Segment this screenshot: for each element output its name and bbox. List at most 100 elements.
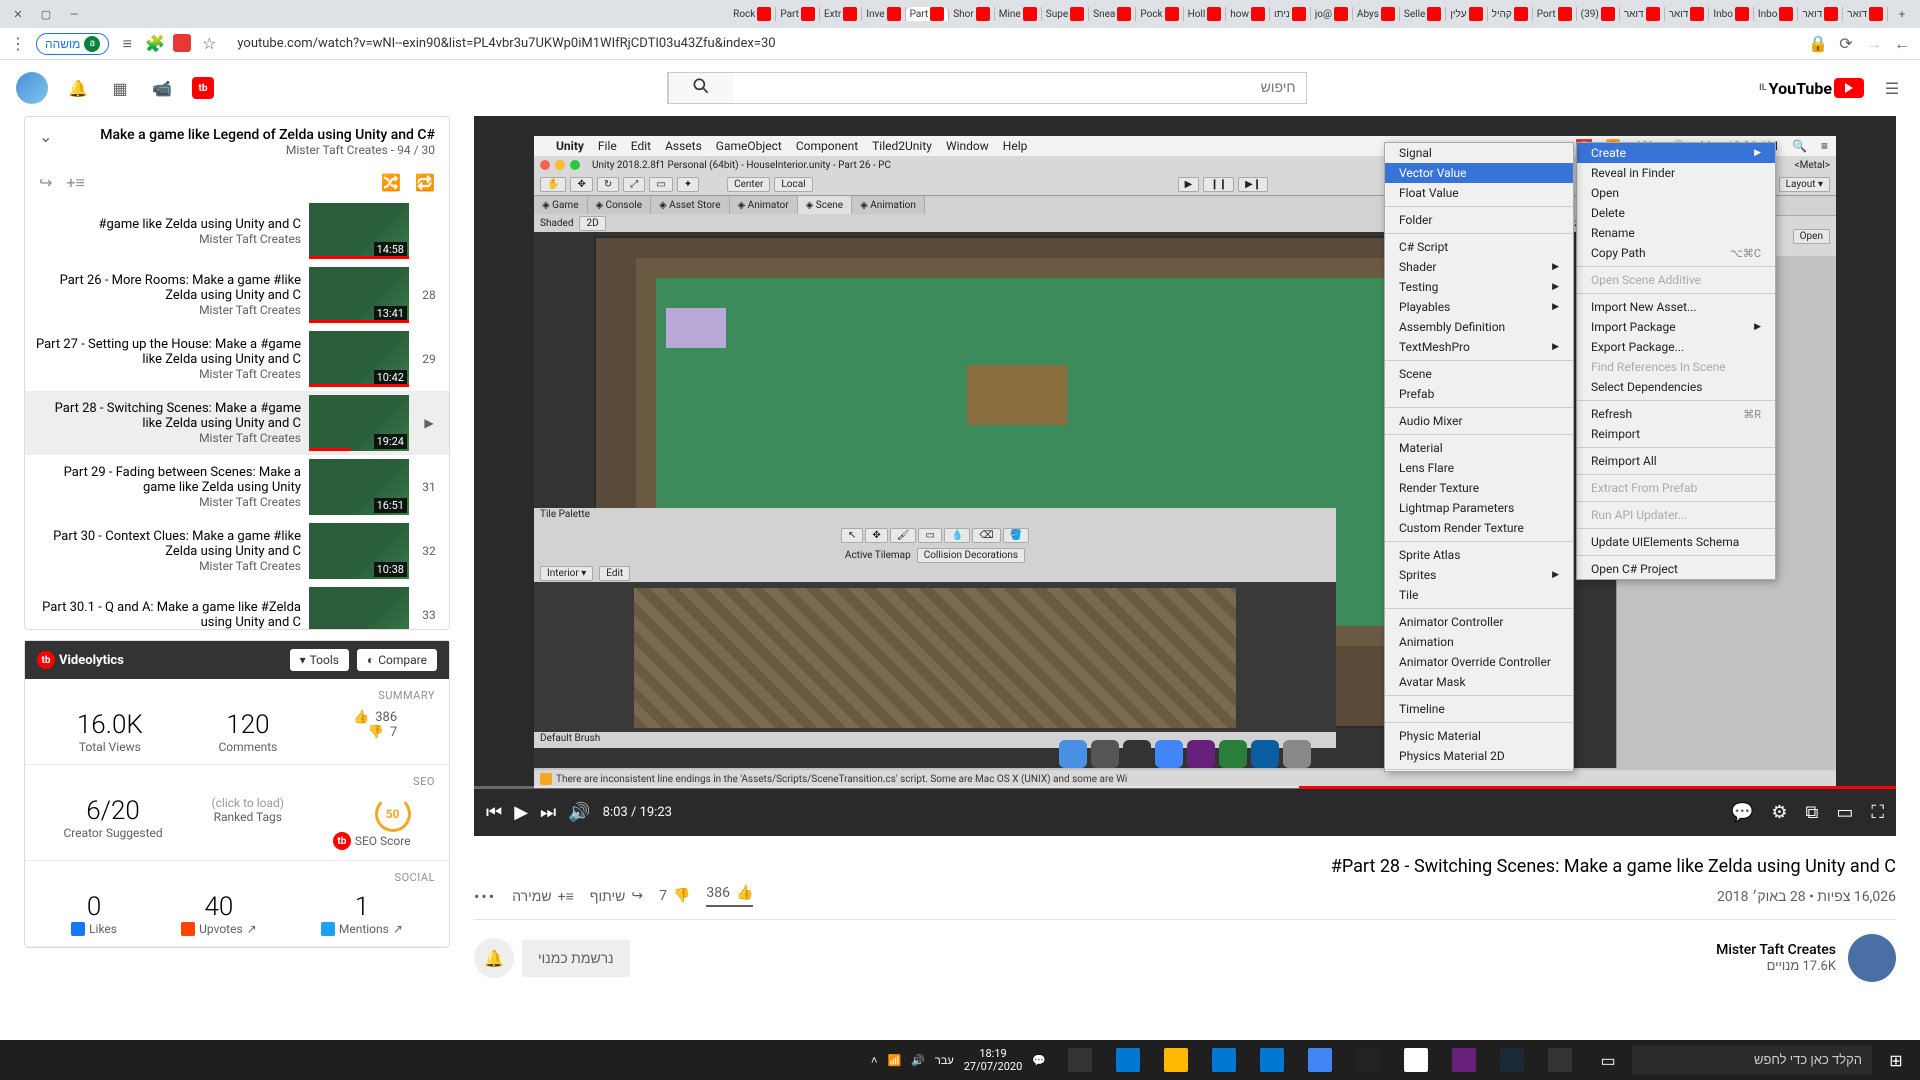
taskbar-app[interactable] — [1440, 1040, 1488, 1080]
subtitles-icon[interactable]: 💬 — [1731, 802, 1753, 823]
tray-network-icon[interactable]: 📶 — [887, 1054, 901, 1067]
youtube-logo[interactable]: YouTube IL — [1759, 78, 1864, 98]
url-field[interactable]: youtube.com/watch?v=wNI--exin90&list=PL4… — [227, 36, 1800, 51]
browser-tab[interactable]: Part — [906, 7, 950, 21]
miniplayer-icon[interactable]: ⧉ — [1806, 802, 1819, 823]
shuffle-icon[interactable]: 🔀 — [381, 173, 401, 193]
taskbar-app[interactable] — [1200, 1040, 1248, 1080]
playlist-item[interactable]: 3210:38Part 30 - Context Clues: Make a g… — [25, 519, 449, 583]
extension-icon[interactable] — [173, 34, 191, 52]
playlist-item[interactable]: 2910:42Part 27 - Setting up the House: M… — [25, 327, 449, 391]
collapse-playlist-icon[interactable]: ⌄ — [39, 127, 52, 146]
lock-icon[interactable]: 🔒 — [1808, 34, 1828, 54]
taskbar-app[interactable] — [1344, 1040, 1392, 1080]
reload-icon[interactable]: ⟳ — [1836, 34, 1856, 54]
playlist-items[interactable]: 14:58#game like Zelda using Unity and CM… — [25, 199, 449, 629]
tray-notification-icon[interactable]: 💬 — [1032, 1054, 1046, 1067]
browser-tab[interactable]: Rock — [729, 7, 776, 21]
notification-bell-icon[interactable]: 🔔 — [474, 938, 514, 978]
settings-gear-icon[interactable]: ⚙ — [1771, 802, 1787, 823]
browser-tab[interactable]: @jo — [1311, 7, 1353, 21]
next-icon[interactable]: ⏭ — [540, 802, 556, 823]
save-button[interactable]: ≡+ שמירה — [512, 888, 574, 905]
search-input[interactable] — [733, 73, 1306, 103]
taskbar-app[interactable] — [1104, 1040, 1152, 1080]
taskbar-app[interactable] — [1056, 1040, 1104, 1080]
channel-name[interactable]: Mister Taft Creates — [1716, 942, 1836, 958]
play-icon[interactable]: ▶ — [514, 802, 528, 823]
minimize-window-icon[interactable]: — — [66, 6, 82, 22]
taskbar-app[interactable] — [1248, 1040, 1296, 1080]
browser-tab[interactable]: Shor — [949, 7, 995, 21]
close-window-icon[interactable]: ✕ — [10, 6, 26, 22]
save-playlist-icon[interactable]: ≡+ — [66, 173, 84, 193]
browser-tab[interactable]: Supe — [1042, 7, 1089, 21]
video-player[interactable]: UnityFileEditAssetsGameObjectComponentTi… — [474, 116, 1896, 836]
kebab-menu-icon[interactable]: ⋮ — [8, 34, 28, 54]
notifications-bell-icon[interactable]: 🔔 — [66, 76, 90, 100]
browser-tab[interactable]: Port — [1533, 7, 1577, 21]
tools-button[interactable]: Tools ▾ — [290, 649, 349, 671]
browser-tab[interactable]: דואר — [1665, 7, 1710, 21]
hamburger-menu-icon[interactable]: ☰ — [1880, 76, 1904, 100]
playlist-item[interactable]: ▶19:24Part 28 - Switching Scenes: Make a… — [25, 391, 449, 455]
thumbs-down-icon[interactable]: 👎 — [673, 888, 690, 904]
create-video-icon[interactable]: 📹 — [150, 76, 174, 100]
share-playlist-icon[interactable]: ↪ — [39, 173, 52, 193]
tubebuddy-icon[interactable]: tb — [192, 77, 214, 99]
theater-mode-icon[interactable]: ▭ — [1836, 802, 1853, 823]
click-load[interactable]: (click to load) — [212, 796, 284, 810]
tray-volume-icon[interactable]: 🔊 — [911, 1054, 925, 1067]
taskbar-clock[interactable]: 18:19 27/07/2020 — [964, 1047, 1023, 1073]
thumbs-up-icon[interactable]: 👍 — [736, 885, 753, 901]
apps-grid-icon[interactable]: ▦ — [108, 76, 132, 100]
browser-tab[interactable]: Snea — [1089, 7, 1136, 21]
browser-tab[interactable]: Inbo — [1709, 7, 1754, 21]
taskbar-app[interactable] — [1152, 1040, 1200, 1080]
browser-tab[interactable]: Part — [776, 7, 820, 21]
search-button[interactable] — [668, 73, 733, 103]
task-view-icon[interactable]: ▭ — [1584, 1040, 1632, 1080]
start-button-icon[interactable]: ⊞ — [1872, 1040, 1920, 1080]
browser-tab[interactable]: Extr — [820, 7, 862, 21]
browser-tab[interactable]: (39) — [1577, 7, 1620, 21]
playlist-item[interactable]: 2813:41Part 26 - More Rooms: Make a game… — [25, 263, 449, 327]
browser-tab[interactable]: Inbo — [1754, 7, 1799, 21]
browser-tab[interactable]: Mine — [995, 7, 1042, 21]
playlist-item[interactable]: 14:58#game like Zelda using Unity and CM… — [25, 199, 449, 263]
taskbar-app[interactable] — [1488, 1040, 1536, 1080]
browser-tab[interactable]: דואר — [1843, 7, 1888, 21]
taskbar-search-input[interactable]: הקלד כאן כדי לחפש — [1632, 1045, 1872, 1075]
playlist-item[interactable]: 33Part 30.1 - Q and A: Make a game like … — [25, 583, 449, 629]
fullscreen-icon[interactable]: ⛶ — [1871, 802, 1884, 823]
browser-tab[interactable]: דואר — [1798, 7, 1843, 21]
taskbar-app[interactable] — [1392, 1040, 1440, 1080]
user-avatar[interactable] — [16, 72, 48, 104]
more-actions-icon[interactable]: ••• — [474, 887, 496, 906]
bookmark-star-icon[interactable]: ☆ — [199, 34, 219, 54]
maximize-window-icon[interactable]: ▢ — [38, 6, 54, 22]
browser-tab[interactable]: עלין — [1446, 7, 1487, 21]
taskbar-app[interactable] — [1296, 1040, 1344, 1080]
playlist-item[interactable]: 3116:51Part 29 - Fading between Scenes: … — [25, 455, 449, 519]
subscribe-button[interactable]: נרשמת כמנוי — [522, 940, 630, 977]
browser-tab[interactable]: Abys — [1353, 7, 1400, 21]
browser-tab[interactable]: Inve — [862, 7, 905, 21]
reading-list-icon[interactable]: ≡ — [117, 34, 137, 54]
profile-paused-badge[interactable]: a מושהה — [36, 33, 109, 55]
taskbar-app[interactable] — [1536, 1040, 1584, 1080]
previous-icon[interactable]: ⏮ — [486, 802, 502, 823]
browser-tab[interactable]: דואר — [1620, 7, 1665, 21]
browser-tab[interactable]: Pock — [1136, 7, 1183, 21]
back-icon[interactable]: ← — [1892, 34, 1912, 54]
tray-chevron-icon[interactable]: ˄ — [871, 1054, 877, 1067]
volume-icon[interactable]: 🔊 — [568, 802, 590, 823]
browser-tab[interactable]: קהיל — [1488, 7, 1533, 21]
loop-icon[interactable]: 🔁 — [415, 173, 435, 193]
tray-language[interactable]: עבר — [935, 1054, 954, 1067]
share-button[interactable]: ↪ שיתוף — [590, 888, 643, 905]
extensions-puzzle-icon[interactable]: 🧩 — [145, 34, 165, 54]
compare-button[interactable]: Compare ◐ — [357, 649, 437, 671]
channel-avatar[interactable] — [1848, 934, 1896, 982]
browser-tab[interactable]: how — [1226, 7, 1270, 21]
